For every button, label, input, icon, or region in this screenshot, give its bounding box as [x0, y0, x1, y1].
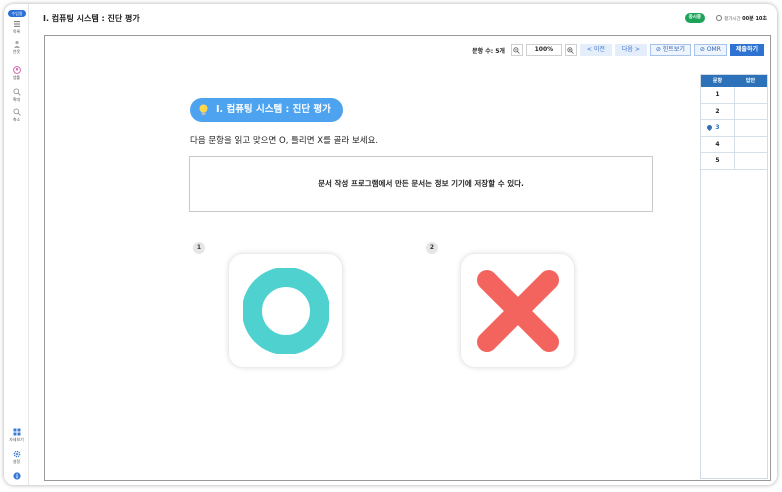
answer-table: 문항 답안 1 2 3 4 5 — [700, 74, 768, 479]
sidebar-item-settings[interactable]: 설정 — [4, 450, 29, 464]
table-row-current[interactable]: 3 — [701, 120, 767, 137]
question-number: 5 — [701, 153, 735, 169]
question-number: 1 — [701, 87, 735, 103]
sidebar-item-zoom-in[interactable]: 확대 — [4, 88, 29, 102]
answer-cell — [735, 120, 767, 136]
table-row[interactable]: 2 — [701, 103, 767, 121]
sidebar-item-label: 확대 — [12, 97, 21, 102]
info-icon — [12, 472, 21, 480]
zoom-out-icon — [12, 108, 21, 116]
user-icon — [12, 66, 21, 74]
table-row[interactable]: 1 — [701, 87, 767, 104]
location-pin-icon — [705, 124, 714, 132]
sidebar-item-details[interactable]: 자세보기 — [4, 428, 29, 442]
prev-button[interactable]: < 이전 — [579, 44, 612, 56]
table-row[interactable]: 4 — [701, 136, 767, 154]
choice-o-card[interactable] — [229, 254, 342, 367]
choice-x-card[interactable] — [461, 254, 574, 367]
cross-x-icon — [476, 269, 559, 352]
zoom-level: 100% — [525, 44, 562, 56]
header-answer: 답안 — [745, 78, 756, 84]
answer-cell — [735, 87, 767, 103]
question-title: I. 컴퓨팅 시스템 : 진단 평가 — [216, 104, 331, 115]
question-number: 3 — [715, 124, 720, 132]
sidebar-item-label: 목록 — [12, 29, 21, 34]
clock-icon — [716, 15, 723, 21]
question-panel: 문항 수: 5개 100% < 이전 다음 > ⊘ 힌트보기 ⊘ OMR 제출하… — [44, 35, 771, 481]
grid-icon — [13, 428, 20, 436]
timer-value: 00분 10초 — [742, 16, 767, 22]
zoom-out-icon — [513, 46, 521, 54]
gear-icon — [13, 450, 20, 458]
hint-button[interactable]: ⊘ 힌트보기 — [649, 44, 691, 56]
question-count: 문항 수: 5개 — [472, 47, 505, 55]
question-title-pill: I. 컴퓨팅 시스템 : 진단 평가 — [190, 98, 343, 122]
exam-timer: 평가시간 00분 10초 — [716, 15, 767, 22]
next-button[interactable]: 다음 > — [614, 44, 647, 56]
sidebar-item-label: 연못 — [12, 49, 21, 54]
header-question: 문항 — [712, 78, 723, 84]
timer-label: 평가시간 — [724, 17, 741, 22]
question-number: 4 — [701, 136, 735, 153]
answer-cell — [735, 137, 767, 153]
question-statement: 문서 작성 프로그램에서 만든 문서는 정보 기기에 저장할 수 있다. — [189, 156, 653, 212]
top-header: I. 컴퓨팅 시스템 : 진단 평가 응시중 평가시간 00분 10초 — [29, 4, 777, 34]
circle-o-icon — [242, 267, 329, 354]
people-icon — [13, 40, 20, 48]
sidebar-item-label: 설정 — [12, 459, 21, 464]
choice-2-number: 2 — [426, 242, 438, 254]
status-badge: 응시중 — [684, 13, 705, 23]
answer-cell — [735, 104, 767, 120]
question-number-cell: 3 — [701, 120, 735, 136]
list-icon — [13, 21, 20, 27]
choice-1-number: 1 — [193, 242, 205, 254]
app-window: 수업용 목록 연못 앱툴 확대 축소 자세보기 설정 I. 컴퓨팅 시스템: … — [4, 4, 777, 485]
question-number: 2 — [701, 103, 735, 120]
zoom-in-button[interactable] — [564, 44, 577, 56]
submit-button[interactable]: 제출하기 — [729, 44, 764, 56]
sidebar-item-label: 축소 — [12, 117, 21, 122]
answer-table-header: 문항 답안 — [701, 75, 767, 87]
answer-cell — [735, 153, 767, 169]
question-instruction: 다음 문항을 읽고 맞으면 O, 틀리면 X를 골라 보세요. — [190, 136, 379, 146]
sidebar-item-zoom-out[interactable]: 축소 — [4, 108, 29, 122]
left-sidebar: 수업용 목록 연못 앱툴 확대 축소 자세보기 설정 — [4, 4, 29, 485]
omr-button[interactable]: ⊘ OMR — [693, 44, 727, 56]
sidebar-item-people[interactable]: 연못 — [4, 40, 29, 54]
zoom-out-button[interactable] — [510, 44, 523, 56]
sidebar-item-list[interactable]: 목록 — [4, 20, 29, 34]
lightbulb-icon — [199, 104, 208, 115]
sidebar-item-apptool[interactable]: 앱툴 — [4, 66, 29, 80]
zoom-in-icon — [567, 46, 575, 54]
sidebar-item-label: 앱툴 — [12, 75, 21, 80]
zoom-in-icon — [12, 88, 21, 96]
page-title: I. 컴퓨팅 시스템 : 진단 평가 — [43, 14, 140, 23]
sidebar-item-label: 자세보기 — [9, 437, 24, 442]
table-row[interactable]: 5 — [701, 153, 767, 170]
sidebar-item-info[interactable] — [4, 472, 29, 480]
toolbar: 문항 수: 5개 100% < 이전 다음 > ⊘ 힌트보기 ⊘ OMR 제출하… — [472, 44, 764, 56]
mode-badge: 수업용 — [8, 10, 26, 17]
